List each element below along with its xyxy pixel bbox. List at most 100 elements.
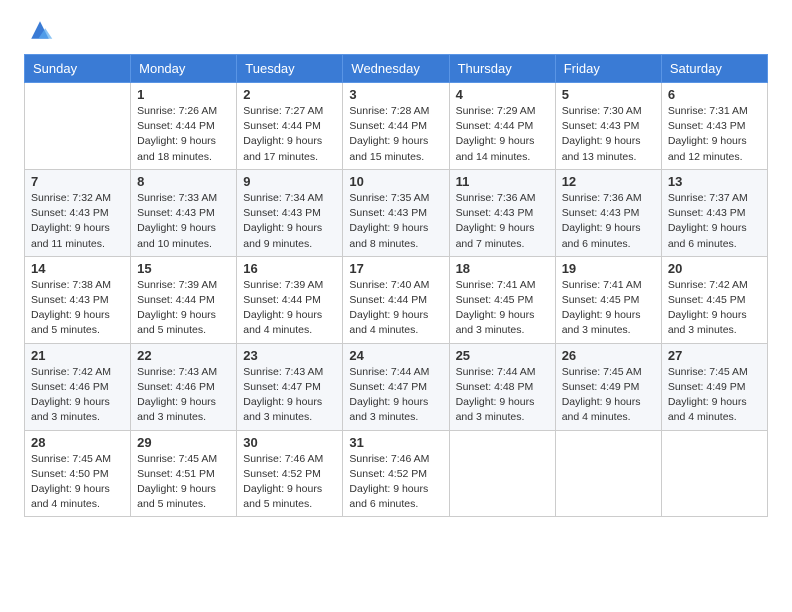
day-info: Sunrise: 7:28 AMSunset: 4:44 PMDaylight:… — [349, 104, 442, 165]
calendar-cell: 7 Sunrise: 7:32 AMSunset: 4:43 PMDaylight… — [25, 169, 131, 256]
day-info: Sunrise: 7:43 AMSunset: 4:46 PMDaylight:… — [137, 365, 230, 426]
day-number: 13 — [668, 174, 761, 189]
day-number: 18 — [456, 261, 549, 276]
day-number: 15 — [137, 261, 230, 276]
weekday-header-saturday: Saturday — [661, 55, 767, 83]
calendar-cell: 16 Sunrise: 7:39 AMSunset: 4:44 PMDayligh… — [237, 256, 343, 343]
calendar-cell: 21 Sunrise: 7:42 AMSunset: 4:46 PMDayligh… — [25, 343, 131, 430]
calendar-cell: 2 Sunrise: 7:27 AMSunset: 4:44 PMDaylight… — [237, 83, 343, 170]
calendar-cell: 25Sunrise: 7:44 AMSunset: 4:48 PMDayligh… — [449, 343, 555, 430]
weekday-header-thursday: Thursday — [449, 55, 555, 83]
day-number: 20 — [668, 261, 761, 276]
day-info: Sunrise: 7:45 AMSunset: 4:49 PMDaylight:… — [562, 365, 655, 426]
day-info: Sunrise: 7:45 AMSunset: 4:51 PMDaylight:… — [137, 452, 230, 513]
day-number: 7 — [31, 174, 124, 189]
day-info: Sunrise: 7:32 AMSunset: 4:43 PMDaylight:… — [31, 191, 124, 252]
day-number: 2 — [243, 87, 336, 102]
calendar-cell: 27Sunrise: 7:45 AMSunset: 4:49 PMDayligh… — [661, 343, 767, 430]
day-info: Sunrise: 7:42 AMSunset: 4:46 PMDaylight:… — [31, 365, 124, 426]
day-number: 10 — [349, 174, 442, 189]
calendar-cell — [555, 430, 661, 517]
calendar-cell: 24Sunrise: 7:44 AMSunset: 4:47 PMDayligh… — [343, 343, 449, 430]
day-number: 31 — [349, 435, 442, 450]
calendar-cell: 8 Sunrise: 7:33 AMSunset: 4:43 PMDaylight… — [131, 169, 237, 256]
calendar-cell — [449, 430, 555, 517]
calendar-cell: 30Sunrise: 7:46 AMSunset: 4:52 PMDayligh… — [237, 430, 343, 517]
calendar-cell: 23 Sunrise: 7:43 AMSunset: 4:47 PMDayligh… — [237, 343, 343, 430]
day-info: Sunrise: 7:37 AMSunset: 4:43 PMDaylight:… — [668, 191, 761, 252]
calendar-cell — [25, 83, 131, 170]
weekday-header-friday: Friday — [555, 55, 661, 83]
page-header — [24, 20, 768, 44]
calendar-cell: 10 Sunrise: 7:35 AMSunset: 4:43 PMDayligh… — [343, 169, 449, 256]
day-info: Sunrise: 7:39 AMSunset: 4:44 PMDaylight:… — [137, 278, 230, 339]
day-info: Sunrise: 7:39 AMSunset: 4:44 PMDaylight:… — [243, 278, 336, 339]
week-row-3: 14Sunrise: 7:38 AMSunset: 4:43 PMDayligh… — [25, 256, 768, 343]
day-info: Sunrise: 7:41 AMSunset: 4:45 PMDaylight:… — [562, 278, 655, 339]
calendar-cell: 12Sunrise: 7:36 AMSunset: 4:43 PMDayligh… — [555, 169, 661, 256]
day-info: Sunrise: 7:29 AMSunset: 4:44 PMDaylight:… — [456, 104, 549, 165]
calendar-cell: 22 Sunrise: 7:43 AMSunset: 4:46 PMDayligh… — [131, 343, 237, 430]
day-number: 6 — [668, 87, 761, 102]
calendar-cell: 14Sunrise: 7:38 AMSunset: 4:43 PMDayligh… — [25, 256, 131, 343]
weekday-header-wednesday: Wednesday — [343, 55, 449, 83]
week-row-4: 21 Sunrise: 7:42 AMSunset: 4:46 PMDayligh… — [25, 343, 768, 430]
day-number: 3 — [349, 87, 442, 102]
calendar-cell: 9 Sunrise: 7:34 AMSunset: 4:43 PMDaylight… — [237, 169, 343, 256]
day-info: Sunrise: 7:34 AMSunset: 4:43 PMDaylight:… — [243, 191, 336, 252]
day-number: 23 — [243, 348, 336, 363]
day-number: 11 — [456, 174, 549, 189]
week-row-1: 1 Sunrise: 7:26 AMSunset: 4:44 PMDaylight… — [25, 83, 768, 170]
day-number: 30 — [243, 435, 336, 450]
day-info: Sunrise: 7:44 AMSunset: 4:47 PMDaylight:… — [349, 365, 442, 426]
day-number: 14 — [31, 261, 124, 276]
day-number: 21 — [31, 348, 124, 363]
day-info: Sunrise: 7:45 AMSunset: 4:50 PMDaylight:… — [31, 452, 124, 513]
calendar-cell: 6 Sunrise: 7:31 AMSunset: 4:43 PMDaylight… — [661, 83, 767, 170]
weekday-header-row: SundayMondayTuesdayWednesdayThursdayFrid… — [25, 55, 768, 83]
day-info: Sunrise: 7:41 AMSunset: 4:45 PMDaylight:… — [456, 278, 549, 339]
day-number: 5 — [562, 87, 655, 102]
day-info: Sunrise: 7:33 AMSunset: 4:43 PMDaylight:… — [137, 191, 230, 252]
week-row-2: 7 Sunrise: 7:32 AMSunset: 4:43 PMDaylight… — [25, 169, 768, 256]
day-number: 17 — [349, 261, 442, 276]
day-info: Sunrise: 7:40 AMSunset: 4:44 PMDaylight:… — [349, 278, 442, 339]
calendar-cell: 17 Sunrise: 7:40 AMSunset: 4:44 PMDayligh… — [343, 256, 449, 343]
day-number: 29 — [137, 435, 230, 450]
calendar-cell: 5Sunrise: 7:30 AMSunset: 4:43 PMDaylight… — [555, 83, 661, 170]
calendar-cell: 18 Sunrise: 7:41 AMSunset: 4:45 PMDayligh… — [449, 256, 555, 343]
day-info: Sunrise: 7:36 AMSunset: 4:43 PMDaylight:… — [456, 191, 549, 252]
calendar-cell — [661, 430, 767, 517]
day-info: Sunrise: 7:27 AMSunset: 4:44 PMDaylight:… — [243, 104, 336, 165]
calendar-cell: 19 Sunrise: 7:41 AMSunset: 4:45 PMDayligh… — [555, 256, 661, 343]
day-info: Sunrise: 7:26 AMSunset: 4:44 PMDaylight:… — [137, 104, 230, 165]
calendar-cell: 20Sunrise: 7:42 AMSunset: 4:45 PMDayligh… — [661, 256, 767, 343]
day-info: Sunrise: 7:43 AMSunset: 4:47 PMDaylight:… — [243, 365, 336, 426]
day-number: 16 — [243, 261, 336, 276]
calendar-cell: 15 Sunrise: 7:39 AMSunset: 4:44 PMDayligh… — [131, 256, 237, 343]
calendar-cell: 11 Sunrise: 7:36 AMSunset: 4:43 PMDayligh… — [449, 169, 555, 256]
day-number: 19 — [562, 261, 655, 276]
day-number: 1 — [137, 87, 230, 102]
day-number: 9 — [243, 174, 336, 189]
logo-icon — [26, 16, 54, 44]
day-info: Sunrise: 7:35 AMSunset: 4:43 PMDaylight:… — [349, 191, 442, 252]
day-info: Sunrise: 7:46 AMSunset: 4:52 PMDaylight:… — [349, 452, 442, 513]
day-number: 12 — [562, 174, 655, 189]
day-number: 28 — [31, 435, 124, 450]
day-number: 8 — [137, 174, 230, 189]
week-row-5: 28 Sunrise: 7:45 AMSunset: 4:50 PMDayligh… — [25, 430, 768, 517]
day-number: 26 — [562, 348, 655, 363]
calendar-cell: 29 Sunrise: 7:45 AMSunset: 4:51 PMDayligh… — [131, 430, 237, 517]
day-number: 22 — [137, 348, 230, 363]
calendar-cell: 31 Sunrise: 7:46 AMSunset: 4:52 PMDayligh… — [343, 430, 449, 517]
calendar-table: SundayMondayTuesdayWednesdayThursdayFrid… — [24, 54, 768, 517]
day-number: 25 — [456, 348, 549, 363]
weekday-header-tuesday: Tuesday — [237, 55, 343, 83]
calendar-cell: 26 Sunrise: 7:45 AMSunset: 4:49 PMDayligh… — [555, 343, 661, 430]
day-number: 4 — [456, 87, 549, 102]
day-info: Sunrise: 7:45 AMSunset: 4:49 PMDaylight:… — [668, 365, 761, 426]
logo — [24, 20, 54, 44]
calendar-cell: 1 Sunrise: 7:26 AMSunset: 4:44 PMDaylight… — [131, 83, 237, 170]
day-info: Sunrise: 7:31 AMSunset: 4:43 PMDaylight:… — [668, 104, 761, 165]
